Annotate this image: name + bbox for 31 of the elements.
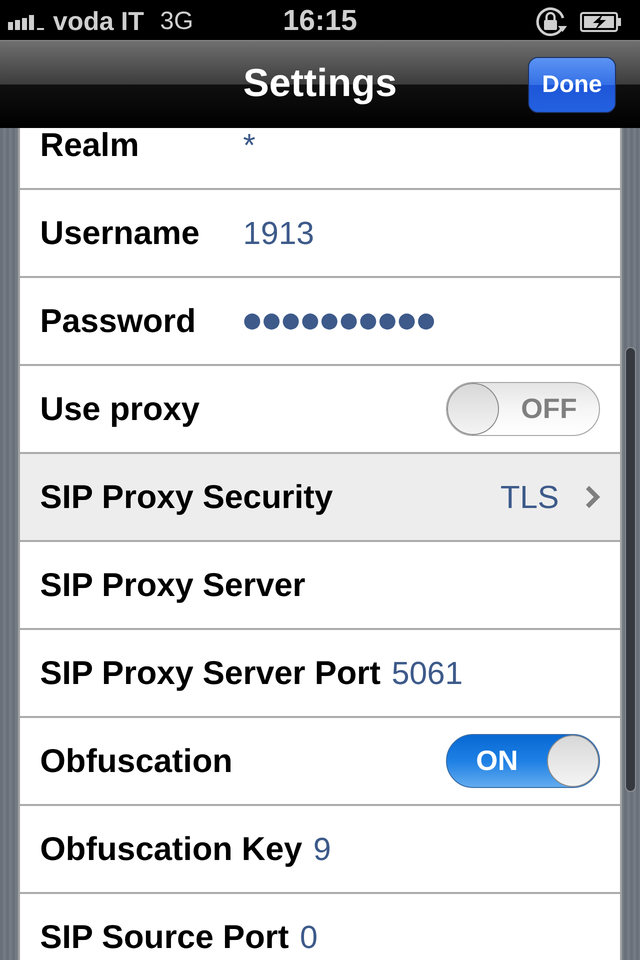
chevron-right-icon — [585, 485, 600, 509]
field-value[interactable]: 0 — [300, 913, 318, 960]
settings-row[interactable]: SIP Proxy Security TLS — [20, 454, 620, 542]
row-label: Realm — [40, 128, 140, 166]
charging-battery-icon — [580, 12, 622, 32]
toggle-switch[interactable]: OFF — [446, 382, 600, 436]
field-value[interactable]: * — [243, 128, 256, 169]
row-label: Obfuscation Key — [40, 829, 302, 870]
row-label: Use proxy — [40, 389, 200, 430]
signal-bars-icon — [8, 14, 46, 30]
done-button[interactable]: Done — [528, 56, 616, 112]
switch-knob — [447, 383, 499, 435]
password-value[interactable]: ●●●●●●●●●● — [243, 305, 436, 337]
network-type: 3G — [160, 6, 194, 37]
row-label: Obfuscation — [40, 741, 233, 782]
row-label: Username — [40, 213, 201, 254]
row-value: TLS — [500, 478, 559, 517]
row-label: Password — [40, 301, 197, 342]
field-value[interactable]: 9 — [313, 825, 332, 873]
rotation-lock-icon — [534, 6, 568, 38]
toggle-switch[interactable]: ON — [446, 734, 600, 788]
field-value[interactable]: 1913 — [243, 209, 314, 257]
row-label: SIP Source Port — [40, 917, 289, 958]
carrier-name: voda IT — [53, 5, 144, 38]
switch-knob — [547, 735, 599, 787]
row-label: SIP Proxy Security — [40, 477, 333, 518]
row-label: SIP Proxy Server Port — [40, 653, 381, 694]
row-label: SIP Proxy Server — [40, 565, 306, 606]
nav-title: Settings — [243, 61, 397, 108]
status-time: 16:15 — [282, 4, 358, 39]
field-value[interactable]: 5061 — [392, 649, 463, 697]
